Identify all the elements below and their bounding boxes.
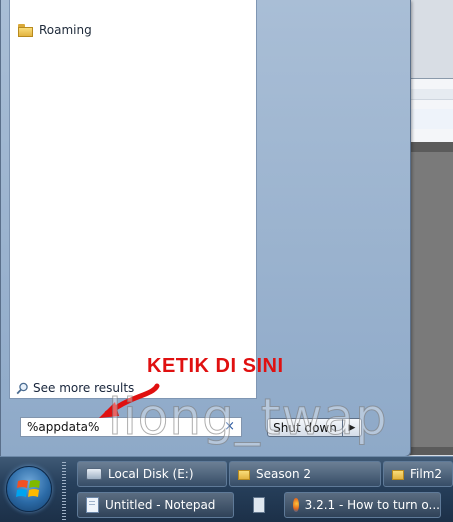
taskbar-item-label: Film2 <box>410 467 443 481</box>
taskbar-item-film2[interactable]: Film2 <box>383 461 453 487</box>
taskbar-item-label: Untitled - Notepad <box>105 498 216 512</box>
taskbar-item-label: Local Disk (E:) <box>108 467 194 481</box>
start-button[interactable] <box>6 466 52 512</box>
background-dark-panel <box>411 152 453 447</box>
taskbar-item-notepad[interactable]: Untitled - Notepad <box>77 492 234 518</box>
annotation-text: KETIK DI SINI <box>147 355 284 377</box>
notepad-icon <box>86 497 99 513</box>
magnifier-icon <box>16 382 28 394</box>
taskbar-item-season-2[interactable]: Season 2 <box>229 461 381 487</box>
taskbar-grip[interactable] <box>62 492 66 520</box>
taskbar-item-label: Season 2 <box>256 467 312 481</box>
firefox-icon <box>293 498 299 512</box>
folder-icon <box>392 468 404 480</box>
search-result-roaming[interactable]: Roaming <box>18 20 92 40</box>
calculator-icon[interactable] <box>253 497 265 513</box>
taskbar-item-firefox[interactable]: 3.2.1 - How to turn o... <box>284 492 441 518</box>
search-result-label: Roaming <box>39 23 92 37</box>
drive-icon <box>86 468 102 480</box>
search-results-pane <box>9 0 257 399</box>
taskbar-grip[interactable] <box>62 462 66 490</box>
taskbar-item-label: 3.2.1 - How to turn o... <box>304 498 440 512</box>
watermark-text: liong_twap <box>108 388 388 447</box>
taskbar-item-local-disk[interactable]: Local Disk (E:) <box>77 461 227 487</box>
windows-logo-icon <box>16 480 40 497</box>
search-input-value: %appdata% <box>27 420 100 434</box>
folder-icon <box>238 468 250 480</box>
folder-icon <box>18 23 33 37</box>
